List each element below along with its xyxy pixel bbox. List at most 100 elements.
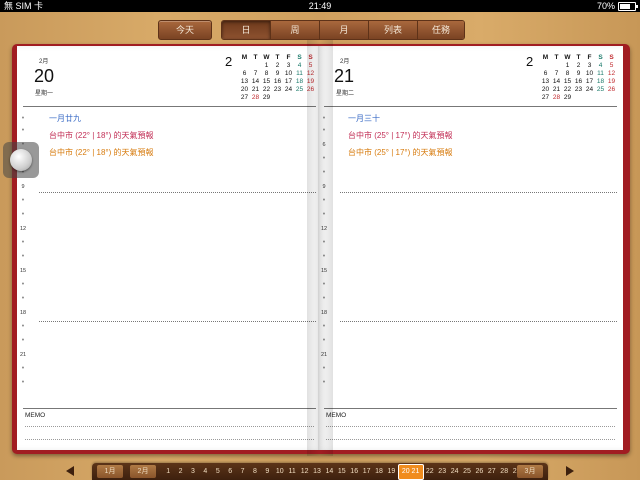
nav-day[interactable]: 26 [473, 463, 485, 480]
segment-list[interactable]: 列表 [369, 21, 418, 39]
mini-calendar-day[interactable]: 22 [261, 86, 272, 94]
mini-calendar-day[interactable]: 17 [584, 78, 595, 86]
mini-calendar-day[interactable]: 21 [250, 86, 261, 94]
nav-current-month[interactable]: 2月 [130, 465, 156, 478]
mini-calendar-day[interactable]: 6 [239, 70, 250, 78]
mini-calendar-day[interactable]: 16 [272, 78, 283, 86]
mini-calendar-day[interactable]: 15 [261, 78, 272, 86]
next-arrow-icon[interactable] [566, 466, 574, 476]
nav-day[interactable]: 1 [162, 463, 174, 480]
nav-day[interactable]: 14 [323, 463, 335, 480]
mini-calendar-day[interactable]: 19 [305, 78, 316, 86]
nav-day[interactable]: 7 [236, 463, 248, 480]
nav-day[interactable]: 2 [174, 463, 186, 480]
nav-day[interactable]: 18 [373, 463, 385, 480]
memo-line[interactable] [25, 439, 314, 440]
nav-day[interactable]: 3 [187, 463, 199, 480]
mini-calendar-day[interactable]: 23 [272, 86, 283, 94]
event-weather-2[interactable]: 台中市 (25° | 17°) 的天氣預報 [348, 147, 453, 158]
mini-calendar-day[interactable]: 9 [272, 70, 283, 78]
mini-calendar-day[interactable]: 26 [305, 86, 316, 94]
mini-calendar-day[interactable]: 2 [272, 62, 283, 70]
mini-calendar-day[interactable]: 22 [562, 86, 573, 94]
mini-calendar-day[interactable]: 8 [562, 70, 573, 78]
memo-line[interactable] [326, 439, 615, 440]
mini-calendar-day[interactable]: 4 [595, 62, 606, 70]
mini-calendar-day[interactable]: 2 [573, 62, 584, 70]
mini-calendar-day[interactable]: 26 [606, 86, 617, 94]
mini-calendar-day[interactable]: 25 [595, 86, 606, 94]
assistive-touch-button[interactable] [3, 142, 39, 178]
segment-month[interactable]: 月 [320, 21, 369, 39]
mini-calendar-day[interactable]: 28 [551, 94, 562, 102]
nav-day[interactable]: 13 [311, 463, 323, 480]
mini-calendar-day[interactable]: 1 [562, 62, 573, 70]
segment-day[interactable]: 日 [222, 21, 271, 39]
memo-line[interactable] [326, 426, 615, 427]
mini-calendar-day[interactable]: 14 [250, 78, 261, 86]
nav-day[interactable]: 11 [286, 463, 298, 480]
event-lunar-date[interactable]: 一月三十 [348, 113, 380, 124]
mini-calendar-day[interactable]: 12 [305, 70, 316, 78]
mini-calendar-day[interactable]: 24 [584, 86, 595, 94]
mini-calendar-day[interactable]: 10 [283, 70, 294, 78]
prev-arrow-icon[interactable] [66, 466, 74, 476]
segment-tasks[interactable]: 任務 [418, 21, 464, 39]
mini-calendar-day[interactable]: 12 [606, 70, 617, 78]
nav-day[interactable]: 9 [261, 463, 273, 480]
nav-prev-month[interactable]: 1月 [97, 465, 123, 478]
mini-calendar-day[interactable]: 1 [261, 62, 272, 70]
nav-day[interactable]: 28 [498, 463, 510, 480]
mini-calendar-day[interactable]: 7 [551, 70, 562, 78]
segment-week[interactable]: 周 [271, 21, 320, 39]
left-page[interactable]: 2月 20 星期一 2 M T W T F S S 1 2 3 4 5 6 7 8 9 10 11 12 13 14 15… [17, 46, 322, 450]
nav-day[interactable]: 4 [199, 463, 211, 480]
mini-calendar-day[interactable]: 21 [551, 86, 562, 94]
nav-day[interactable]: 19 [385, 463, 397, 480]
mini-calendar-day[interactable]: 17 [283, 78, 294, 86]
mini-calendar-day[interactable]: 18 [595, 78, 606, 86]
mini-calendar-day[interactable]: 4 [294, 62, 305, 70]
nav-next-month[interactable]: 3月 [517, 465, 543, 478]
nav-day[interactable]: 12 [298, 463, 310, 480]
nav-day[interactable]: 17 [360, 463, 372, 480]
mini-calendar-day[interactable]: 15 [562, 78, 573, 86]
today-button[interactable]: 今天 [158, 20, 212, 40]
mini-calendar-day[interactable]: 29 [562, 94, 573, 102]
mini-calendar-day[interactable]: 29 [261, 94, 272, 102]
mini-calendar-day[interactable]: 11 [294, 70, 305, 78]
nav-day[interactable]: 22 [424, 463, 436, 480]
nav-day[interactable]: 15 [336, 463, 348, 480]
mini-calendar-day[interactable]: 7 [250, 70, 261, 78]
mini-calendar-day[interactable]: 6 [540, 70, 551, 78]
mini-calendar-day[interactable]: 11 [595, 70, 606, 78]
event-weather-2[interactable]: 台中市 (22° | 18°) 的天氣預報 [49, 147, 154, 158]
mini-calendar-day[interactable]: 20 [239, 86, 250, 94]
nav-day[interactable]: 25 [461, 463, 473, 480]
event-weather-1[interactable]: 台中市 (22° | 18°) 的天氣預報 [49, 130, 154, 141]
memo-line[interactable] [25, 426, 314, 427]
mini-calendar-day[interactable]: 13 [239, 78, 250, 86]
right-page[interactable]: 2月 21 星期二 2 M T W T F S S 1 2 3 4 5 6 7 8 9 10 11 12 13 14 15… [318, 46, 623, 450]
nav-day[interactable]: 16 [348, 463, 360, 480]
mini-calendar-day[interactable]: 3 [283, 62, 294, 70]
mini-calendar-day[interactable]: 19 [606, 78, 617, 86]
mini-calendar-day[interactable]: 27 [239, 94, 250, 102]
nav-day[interactable]: 24 [448, 463, 460, 480]
mini-calendar-day[interactable]: 16 [573, 78, 584, 86]
mini-calendar-day[interactable]: 5 [606, 62, 617, 70]
mini-calendar-day[interactable]: 14 [551, 78, 562, 86]
right-mini-calendar[interactable]: M T W T F S S 1 2 3 4 5 6 7 8 9 10 11 12 13 14 15 16 17 18 19 20 21… [540, 54, 617, 102]
left-mini-calendar[interactable]: M T W T F S S 1 2 3 4 5 6 7 8 9 10 11 12 13 14 15 16 17 18 19 20 21… [239, 54, 316, 102]
mini-calendar-day[interactable]: 8 [261, 70, 272, 78]
mini-calendar-day[interactable]: 27 [540, 94, 551, 102]
mini-calendar-day[interactable]: 3 [584, 62, 595, 70]
nav-day[interactable]: 10 [274, 463, 286, 480]
mini-calendar-day[interactable]: 28 [250, 94, 261, 102]
mini-calendar-day[interactable]: 10 [584, 70, 595, 78]
event-weather-1[interactable]: 台中市 (25° | 17°) 的天氣預報 [348, 130, 453, 141]
mini-calendar-day[interactable]: 25 [294, 86, 305, 94]
mini-calendar-day[interactable]: 24 [283, 86, 294, 94]
mini-calendar-day[interactable]: 18 [294, 78, 305, 86]
nav-day[interactable]: 23 [436, 463, 448, 480]
